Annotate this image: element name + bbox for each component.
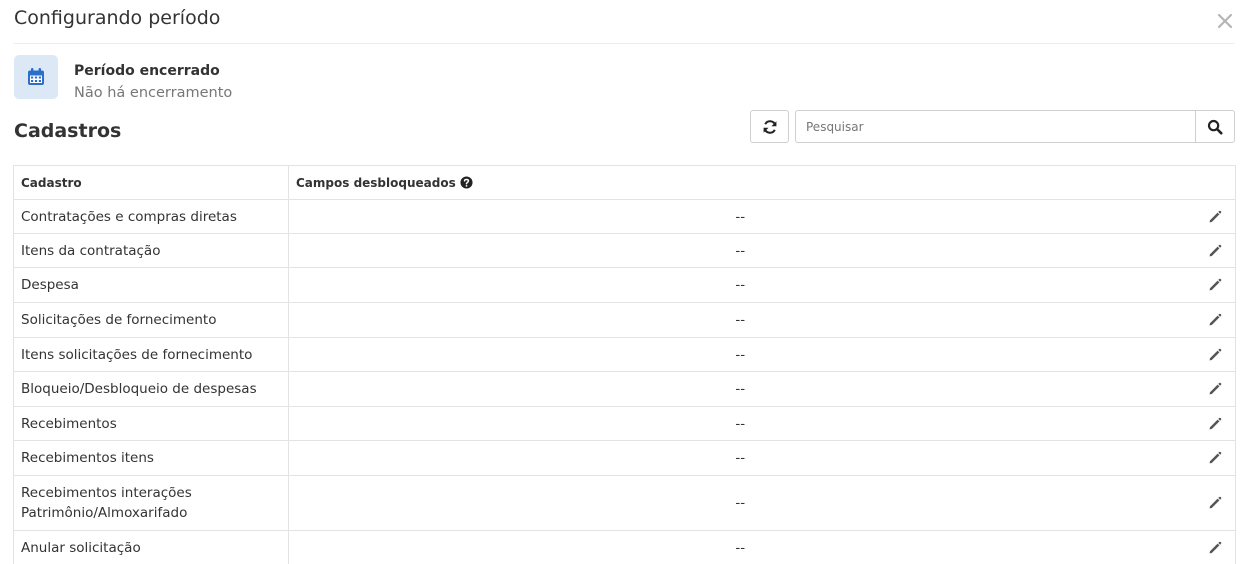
campos-desbloqueados-value: -- <box>735 208 746 225</box>
campos-desbloqueados-value: -- <box>735 381 746 397</box>
pencil-icon[interactable] <box>1208 278 1222 292</box>
cadastro-name-cell: Recebimentos itens <box>13 440 289 476</box>
cadastro-name: Bloqueio/Desbloqueio de despesas <box>21 381 257 397</box>
campos-desbloqueados-cell: -- <box>288 440 1192 476</box>
campos-desbloqueados-cell: -- <box>288 530 1192 564</box>
cadastro-name-cell: Recebimentos interações Patrimônio/Almox… <box>13 475 289 531</box>
campos-desbloqueados-value: -- <box>735 539 746 556</box>
cadastro-name: Itens solicitações de fornecimento <box>21 346 253 363</box>
actions-cell <box>1191 440 1236 476</box>
cadastro-name-cell: Anular solicitação <box>13 530 289 564</box>
cadastro-name: Anular solicitação <box>21 539 141 556</box>
pencil-icon[interactable] <box>1208 541 1222 555</box>
pencil-icon[interactable] <box>1208 451 1222 465</box>
pencil-icon[interactable] <box>1208 496 1222 510</box>
calendar-icon <box>28 68 44 85</box>
table-row: Itens solicitações de fornecimento -- <box>13 337 1236 372</box>
pencil-icon[interactable] <box>1208 417 1222 431</box>
header-actions <box>1191 165 1236 200</box>
pencil-icon[interactable] <box>1208 210 1222 224</box>
cadastros-table: Cadastro Campos desbloqueados Contrataçõ… <box>13 165 1236 564</box>
campos-desbloqueados-value: -- <box>735 495 746 511</box>
cadastro-name: Contratações e compras diretas <box>21 208 237 225</box>
cadastro-name-cell: Contratações e compras diretas <box>13 199 289 234</box>
actions-cell <box>1191 302 1236 338</box>
campos-desbloqueados-value: -- <box>735 242 746 259</box>
campos-desbloqueados-cell: -- <box>288 406 1192 441</box>
search-input[interactable] <box>795 110 1196 143</box>
cadastro-name-cell: Itens da contratação <box>13 233 289 268</box>
close-button[interactable] <box>1214 10 1236 32</box>
pencil-icon[interactable] <box>1208 244 1222 258</box>
table-row: Recebimentos -- <box>13 406 1236 441</box>
section-title: Cadastros <box>14 120 122 142</box>
pencil-icon[interactable] <box>1208 313 1222 327</box>
cadastro-name: Recebimentos interações Patrimônio/Almox… <box>21 485 192 521</box>
campos-desbloqueados-value: -- <box>735 277 746 293</box>
table-row: Contratações e compras diretas -- <box>13 199 1236 234</box>
header-campos-desbloqueados: Campos desbloqueados <box>288 165 1192 200</box>
cadastro-name: Recebimentos itens <box>21 450 154 466</box>
close-icon <box>1217 13 1233 29</box>
actions-cell <box>1191 337 1236 372</box>
table-row: Anular solicitação -- <box>13 530 1236 564</box>
campos-desbloqueados-cell: -- <box>288 267 1192 303</box>
table-row: Recebimentos interações Patrimônio/Almox… <box>13 475 1236 531</box>
cadastro-name-cell: Solicitações de fornecimento <box>13 302 289 338</box>
actions-cell <box>1191 371 1236 407</box>
campos-desbloqueados-value: -- <box>735 346 746 363</box>
search-icon <box>1207 119 1223 134</box>
campos-desbloqueados-cell: -- <box>288 233 1192 268</box>
campos-desbloqueados-value: -- <box>735 450 746 466</box>
cadastro-name-cell: Despesa <box>13 267 289 303</box>
header-cadastro: Cadastro <box>13 165 289 200</box>
campos-desbloqueados-value: -- <box>735 312 746 328</box>
question-circle-icon[interactable] <box>460 175 473 189</box>
modal-title: Configurando período <box>14 7 221 29</box>
period-status-subtitle: Não há encerramento <box>74 85 233 101</box>
table-row: Bloqueio/Desbloqueio de despesas -- <box>13 371 1236 407</box>
actions-cell <box>1191 233 1236 268</box>
table-header-row: Cadastro Campos desbloqueados <box>13 165 1236 200</box>
refresh-button[interactable] <box>750 110 789 143</box>
campos-desbloqueados-value: -- <box>735 415 746 432</box>
cadastro-name-cell: Bloqueio/Desbloqueio de despesas <box>13 371 289 407</box>
cadastro-name: Recebimentos <box>21 415 117 432</box>
campos-desbloqueados-cell: -- <box>288 371 1192 407</box>
pencil-icon[interactable] <box>1208 382 1222 396</box>
modal-header: Configurando período <box>0 0 1246 44</box>
cadastro-name: Solicitações de fornecimento <box>21 312 217 328</box>
actions-cell <box>1191 406 1236 441</box>
cadastro-name: Itens da contratação <box>21 242 161 259</box>
period-icon-box <box>14 55 58 99</box>
pencil-icon[interactable] <box>1208 348 1222 362</box>
search-button[interactable] <box>1195 110 1235 143</box>
campos-desbloqueados-cell: -- <box>288 475 1192 531</box>
header-divider <box>14 43 1234 44</box>
actions-cell <box>1191 199 1236 234</box>
actions-cell <box>1191 530 1236 564</box>
refresh-icon <box>763 119 776 134</box>
table-row: Itens da contratação -- <box>13 233 1236 268</box>
table-row: Despesa -- <box>13 267 1236 303</box>
cadastro-name: Despesa <box>21 277 79 293</box>
cadastro-name-cell: Recebimentos <box>13 406 289 441</box>
campos-desbloqueados-cell: -- <box>288 199 1192 234</box>
table-body: Contratações e compras diretas -- Itens da… <box>13 199 1236 564</box>
campos-desbloqueados-cell: -- <box>288 302 1192 338</box>
cadastro-name-cell: Itens solicitações de fornecimento <box>13 337 289 372</box>
period-status-title: Período encerrado <box>74 63 220 79</box>
campos-desbloqueados-cell: -- <box>288 337 1192 372</box>
table-row: Recebimentos itens -- <box>13 440 1236 476</box>
table-row: Solicitações de fornecimento -- <box>13 302 1236 338</box>
actions-cell <box>1191 267 1236 303</box>
actions-cell <box>1191 475 1236 531</box>
